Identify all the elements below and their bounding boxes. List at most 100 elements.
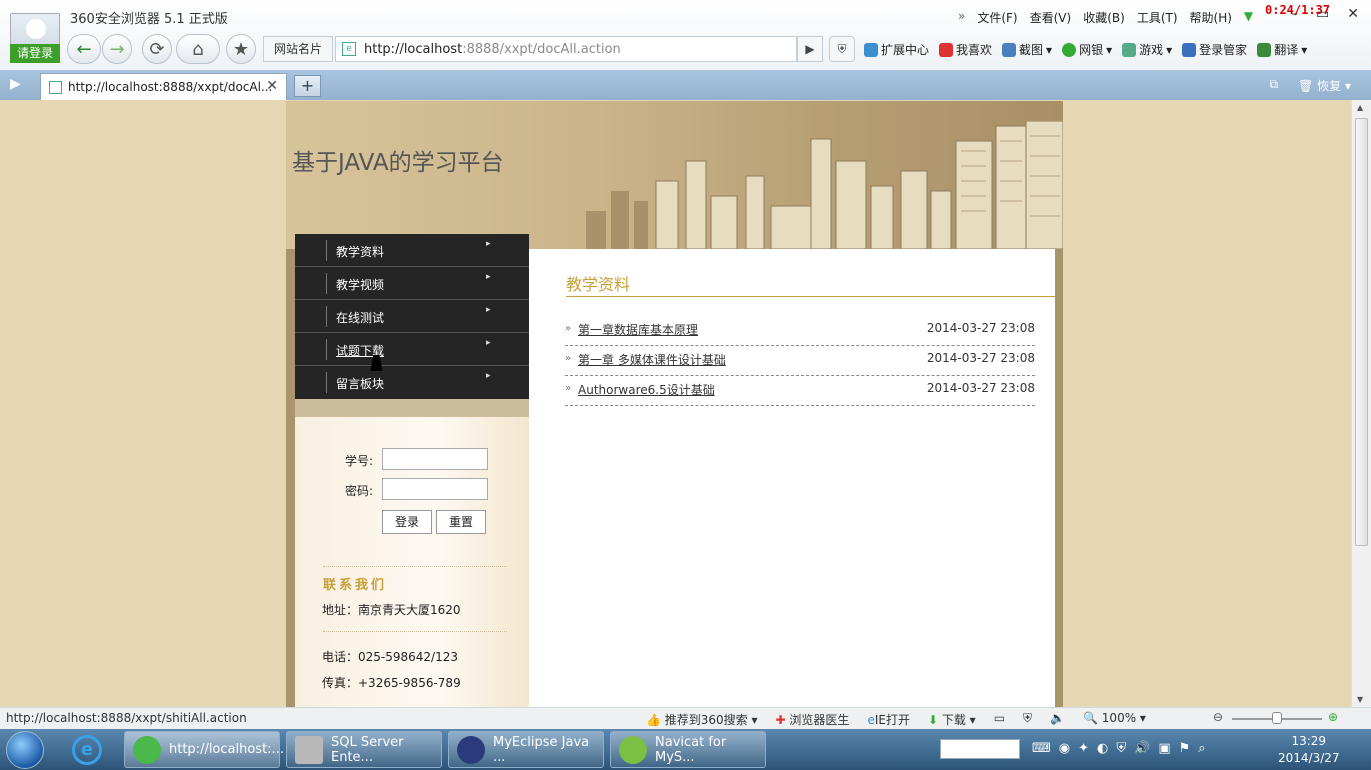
nav-item-message-board[interactable]: 留言板块 ▸ — [295, 366, 529, 399]
games-button[interactable]: 游戏 ▾ — [1122, 41, 1172, 58]
banking-button[interactable]: 网银 ▾ — [1062, 41, 1112, 58]
shirt-icon[interactable]: ▼ — [1244, 9, 1253, 26]
nav-item-teaching-materials[interactable]: 教学资料 ▸ — [295, 234, 529, 267]
nav-divider — [295, 399, 529, 417]
gamepad-icon — [1122, 42, 1137, 57]
login-badge[interactable]: 请登录 — [10, 44, 60, 63]
search-tray-icon[interactable]: ⌕ — [1198, 741, 1205, 756]
student-id-input[interactable] — [382, 448, 488, 470]
volume-icon[interactable]: 🔊 — [1134, 741, 1150, 756]
zoom-out-icon[interactable]: ⊖ — [1213, 710, 1223, 724]
tab-current[interactable]: http://localhost:8888/xxpt/docAl... ✕ — [40, 73, 287, 100]
favorite-button[interactable]: ★ — [226, 34, 256, 64]
page-icon: e — [342, 42, 356, 56]
restore-button[interactable]: 🗑 恢复 ▾ — [1298, 77, 1351, 94]
doc-link[interactable]: 第一章 多媒体课件设计基础 — [578, 351, 726, 368]
display-icon[interactable]: ▣ — [1158, 741, 1170, 756]
sidebar-toggle-icon[interactable]: ▶ — [10, 76, 21, 92]
address-bar[interactable]: e http://localhost:8888/xxpt/docAll.acti… — [335, 36, 797, 62]
nav-item-label: 教学资料 — [336, 245, 385, 259]
page-viewport: 基于JAVA的学习平台 教学资料 ▸ 教学视频 ▸ 在线测试 ▸ 试题下载 ▸ … — [0, 100, 1351, 707]
login-button[interactable]: 登录 — [382, 510, 432, 534]
browser-icon — [133, 736, 161, 764]
like-button[interactable]: 我喜欢 — [939, 41, 992, 58]
download-icon: ⬇ — [927, 713, 939, 727]
screenshot-label: 截图 — [1019, 43, 1044, 57]
login-manager-button[interactable]: 登录管家 — [1182, 41, 1247, 58]
task-myeclipse[interactable]: MyEclipse Java ... — [448, 731, 604, 768]
nav-item-teaching-videos[interactable]: 教学视频 ▸ — [295, 267, 529, 300]
address-go-button[interactable]: ▶ — [797, 36, 823, 62]
translate-button[interactable]: 翻译 ▾ — [1257, 41, 1307, 58]
new-tab-button[interactable]: + — [294, 75, 321, 97]
home-button[interactable]: ⌂ — [176, 34, 220, 64]
menu-view[interactable]: 查看(V) — [1030, 9, 1072, 26]
vertical-scrollbar[interactable]: ▲ ▼ — [1351, 100, 1371, 707]
translate-icon — [1257, 42, 1272, 57]
navicat-icon — [619, 736, 647, 764]
nav-item-online-test[interactable]: 在线测试 ▸ — [295, 300, 529, 333]
contact-phone: 电话：025-598642/123 — [322, 650, 458, 664]
games-label: 游戏 — [1139, 43, 1164, 57]
ie-pinned-icon[interactable]: e — [72, 735, 102, 765]
task-360-browser[interactable]: http://localhost:... — [124, 731, 284, 768]
site-cards-button[interactable]: 网站名片 — [263, 36, 333, 62]
nav-item-exam-download[interactable]: 试题下载 ▸ — [295, 333, 529, 366]
task-label: http://localhost:... — [169, 742, 284, 757]
recommend-search-label: 推荐到360搜索 — [664, 713, 748, 727]
window-list-icon[interactable]: ⧉ — [1270, 77, 1279, 94]
start-button[interactable] — [6, 731, 44, 769]
browser-doctor-button[interactable]: ✚ 浏览器医生 — [776, 711, 850, 728]
reset-button[interactable]: 重置 — [436, 510, 486, 534]
download-button[interactable]: ⬇ 下载 ▾ — [928, 711, 976, 728]
extensions-button[interactable]: 扩展中心 — [864, 41, 929, 58]
key-icon — [1182, 42, 1197, 57]
speaker-icon[interactable]: 🔈 — [1050, 711, 1065, 728]
close-icon[interactable]: ✕ — [1347, 6, 1359, 22]
system-clock[interactable]: 13:29 2014/3/27 — [1278, 733, 1340, 767]
tab-close-icon[interactable]: ✕ — [266, 78, 278, 94]
menu-help[interactable]: 帮助(H) — [1190, 9, 1232, 26]
scroll-down-icon[interactable]: ▼ — [1357, 695, 1363, 704]
zoom-slider[interactable] — [1232, 712, 1322, 724]
shield-tray-icon[interactable]: ⛨ — [1116, 741, 1126, 756]
screenshot-button[interactable]: 截图 ▾ — [1002, 41, 1052, 58]
coin-icon — [1062, 42, 1077, 57]
zoom-slider-knob[interactable] — [1272, 712, 1282, 724]
window-icon[interactable]: ▭ — [994, 711, 1005, 728]
keyboard-icon[interactable]: ⌨ — [1032, 741, 1051, 756]
refresh-icon: ⟳ — [149, 38, 165, 60]
magnifier-icon: 🔍 — [1083, 711, 1098, 725]
minimize-icon[interactable]: – — [1291, 6, 1298, 22]
network-icon[interactable]: ◉ — [1059, 741, 1070, 756]
ime-icon[interactable]: ✦ — [1078, 741, 1089, 756]
menu-bar: » 文件(F) 查看(V) 收藏(B) 工具(T) 帮助(H) ▼ — [958, 9, 1253, 26]
ie-open-button[interactable]: eIE打开 — [867, 711, 910, 728]
back-button[interactable]: ← — [67, 34, 101, 64]
doc-link[interactable]: Authorware6.5设计基础 — [578, 381, 715, 398]
menu-file[interactable]: 文件(F) — [977, 9, 1017, 26]
task-navicat[interactable]: Navicat for MyS... — [610, 731, 766, 768]
zoom-in-icon[interactable]: ⊕ — [1328, 710, 1338, 724]
reload-button[interactable]: ⟳ — [142, 34, 172, 64]
qq-icon[interactable]: ◐ — [1097, 741, 1108, 756]
doc-link[interactable]: 第一章数据库基本原理 — [578, 321, 698, 338]
task-sql-server[interactable]: SQL Server Ente... — [286, 731, 442, 768]
scroll-up-icon[interactable]: ▲ — [1357, 103, 1363, 112]
zoom-label: 100% — [1101, 711, 1137, 725]
tray-search-box[interactable] — [940, 739, 1020, 759]
status-url: http://localhost:8888/xxpt/shitiAll.acti… — [6, 711, 247, 725]
flag-icon[interactable]: ⚑ — [1179, 741, 1191, 756]
banking-label: 网银 — [1079, 43, 1104, 57]
security-shield-button[interactable]: ⛨ — [829, 36, 855, 62]
zoom-button[interactable]: 🔍 100% ▾ — [1083, 711, 1146, 728]
menu-chevron-icon[interactable]: » — [958, 9, 965, 26]
password-input[interactable] — [382, 478, 488, 500]
menu-tools[interactable]: 工具(T) — [1137, 9, 1178, 26]
recommend-search-button[interactable]: 👍 推荐到360搜索 ▾ — [646, 711, 758, 728]
maximize-icon[interactable]: ▭ — [1316, 6, 1329, 22]
menu-favorites[interactable]: 收藏(B) — [1083, 9, 1125, 26]
scrollbar-thumb[interactable] — [1355, 118, 1368, 546]
shield-icon[interactable]: ⛨ — [1023, 711, 1032, 728]
forward-button[interactable]: → — [102, 34, 132, 64]
